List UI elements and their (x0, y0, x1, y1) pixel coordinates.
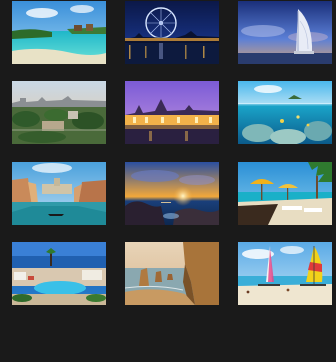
thumbnail-catamaran-beach[interactable] (238, 242, 332, 305)
thumbnail-sail-hotel-dusk[interactable] (238, 1, 332, 64)
thumbnail-palace-purple-sky[interactable] (125, 81, 219, 144)
tropical-lagoon-image (12, 1, 106, 64)
resort-pool-coast-image (12, 242, 106, 305)
thumbnail-resort-pool-coast[interactable] (12, 242, 106, 305)
ferris-wheel-night-image (125, 1, 219, 64)
sea-stacks-cliffs-image (125, 242, 219, 305)
underwater-reef-image (238, 81, 332, 144)
image-gallery (0, 0, 336, 362)
city-park-skyline-image (12, 81, 106, 144)
rocky-coast-sunset-image (125, 162, 219, 225)
sail-hotel-dusk-image (238, 1, 332, 64)
thumbnail-tropical-lagoon[interactable] (12, 1, 106, 64)
venice-grand-canal-image (12, 162, 106, 225)
thumbnail-city-park-skyline[interactable] (12, 81, 106, 144)
thumbnail-ferris-wheel-night[interactable] (125, 1, 219, 64)
thumbnail-underwater-reef[interactable] (238, 81, 332, 144)
thumbnail-sea-stacks-cliffs[interactable] (125, 242, 219, 305)
thumbnail-venice-grand-canal[interactable] (12, 162, 106, 225)
thumbnail-rocky-coast-sunset[interactable] (125, 162, 219, 225)
thumbnail-beach-umbrellas[interactable] (238, 162, 332, 225)
catamaran-beach-image (238, 242, 332, 305)
palace-purple-sky-image (125, 81, 219, 144)
beach-umbrellas-image (238, 162, 332, 225)
